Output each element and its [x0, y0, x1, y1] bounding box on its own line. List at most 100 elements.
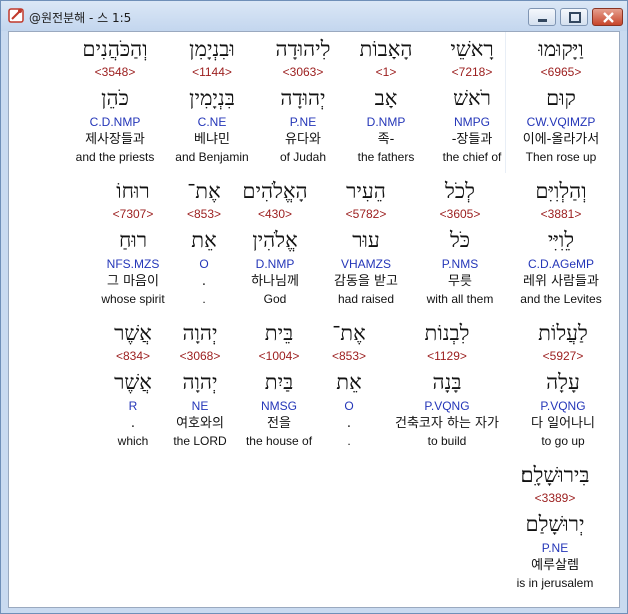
korean-gloss: 예루살렘 — [531, 558, 579, 573]
word-cell[interactable]: וַיָּקוּמוּ <6965> קוּם CW.VQIMZP 이에-올라가… — [511, 34, 611, 166]
english-gloss: whose spirit — [101, 292, 165, 306]
morphology-code[interactable]: C.NE — [162, 114, 262, 130]
word-cell[interactable]: לִיהוּדָה <3063> יְהוּדָה P.NE 유다와 of Ju… — [253, 34, 353, 166]
morphology-code[interactable]: C.D.AGeMP — [511, 256, 611, 272]
hebrew-word: רָאשֵׁי — [450, 37, 494, 61]
korean-gloss: 유다와 — [285, 132, 321, 147]
lemma-word: יְהוּדָה — [280, 86, 326, 110]
hebrew-word: הֵעִיר — [346, 179, 386, 203]
morphology-code[interactable]: CW.VQIMZP — [511, 114, 611, 130]
interlinear-panel[interactable]: וַיָּקוּמוּ <6965> קוּם CW.VQIMZP 이에-올라가… — [8, 31, 620, 608]
maximize-button[interactable] — [560, 8, 588, 26]
strong-number[interactable]: <3063> — [253, 64, 353, 80]
lemma-word: כֹּהֵן — [101, 86, 129, 110]
lemma-word: קוּם — [546, 86, 576, 110]
korean-gloss: 무릇 — [448, 274, 472, 289]
hebrew-word: רוּחוֹ — [116, 179, 150, 203]
minimize-icon — [538, 19, 547, 22]
hebrew-word: וְהַכֹּהֲנִים — [82, 37, 148, 61]
maximize-icon — [569, 12, 581, 23]
lemma-word: רוּחַ — [118, 228, 148, 252]
korean-gloss: 제사장들과 — [85, 132, 145, 147]
lemma-word: עָלָה — [546, 370, 580, 394]
app-window: @원전분해 - 스 1:5 וַיָּקוּמוּ <6965> קוּם CW… — [0, 0, 628, 614]
korean-gloss: 다 일어나니 — [531, 416, 595, 431]
morphology-code[interactable]: P.NE — [253, 114, 353, 130]
english-gloss: to build — [427, 434, 467, 448]
morphology-code[interactable]: P.NE — [505, 540, 605, 556]
hebrew-word: וַיָּקוּמוּ — [538, 37, 584, 61]
english-gloss: the chief of — [442, 150, 502, 164]
word-cell[interactable]: וְהַכֹּהֲנִים <3548> כֹּהֵן C.D.NMP 제사장들… — [65, 34, 165, 166]
lemma-word: בָּנָה — [432, 370, 462, 394]
morphology-code[interactable]: NMPG — [422, 114, 522, 130]
minimize-button[interactable] — [528, 8, 556, 26]
lemma-word: כֹּל — [449, 228, 471, 252]
strong-number[interactable]: <3881> — [511, 206, 611, 222]
english-gloss: and Benjamin — [175, 150, 249, 164]
morphology-code[interactable]: P.NMS — [410, 256, 510, 272]
hebrew-word: לַעֲלוֹת — [538, 321, 588, 345]
hebrew-word: לִיהוּדָה — [275, 37, 331, 61]
lemma-word: יְרוּשָׁלַם — [525, 512, 585, 536]
strong-number[interactable]: <5927> — [513, 348, 613, 364]
strong-number[interactable]: <1129> — [382, 348, 512, 364]
english-gloss: and the priests — [75, 150, 155, 164]
word-cell[interactable]: וְהַלְוִיִּם <3881> לֵוִיִּי C.D.AGeMP 레… — [511, 176, 611, 308]
korean-gloss: 레위 사람들과 — [523, 274, 599, 289]
korean-gloss: 이에-올라가서 — [522, 132, 600, 147]
close-button[interactable] — [592, 8, 623, 26]
strong-number[interactable]: <3389> — [505, 490, 605, 506]
strong-number[interactable]: <3605> — [410, 206, 510, 222]
hebrew-word: לְכֹל — [445, 179, 475, 203]
bible-app-icon — [8, 7, 25, 24]
lemma-word: רֹאשׁ — [453, 86, 491, 110]
korean-gloss: . — [130, 416, 136, 431]
word-cell[interactable]: רוּחוֹ <7307> רוּחַ NFS.MZS 그 마음이 whose … — [83, 176, 183, 308]
hebrew-word: וּבִנְיָמִן — [189, 37, 235, 61]
korean-gloss: 감동을 받고 — [334, 274, 398, 289]
morphology-code[interactable]: P.VQNG — [382, 398, 512, 414]
english-gloss: which — [117, 434, 149, 448]
korean-gloss: -장들과 — [451, 132, 493, 147]
korean-gloss: 그 마음이 — [107, 274, 159, 289]
english-gloss: of Judah — [279, 150, 327, 164]
english-gloss: had raised — [337, 292, 395, 306]
hebrew-word: בִּירוּשָׁלִָם׃ — [520, 463, 590, 487]
morphology-code[interactable]: VHAMZS — [316, 256, 416, 272]
word-cell[interactable]: לְכֹל <3605> כֹּל P.NMS 무릇 with all them — [410, 176, 510, 308]
strong-number[interactable]: <7218> — [422, 64, 522, 80]
morphology-code[interactable]: C.D.NMP — [65, 114, 165, 130]
word-cell[interactable]: אֲשֶׁר <834> אֲשֶׁר R . which — [83, 318, 183, 450]
english-gloss: Then rose up — [525, 150, 597, 164]
lemma-word: אֲשֶׁר — [114, 370, 152, 394]
word-cell[interactable]: לִבְנוֹת <1129> בָּנָה P.VQNG 건축코자 하는 자가… — [382, 318, 512, 450]
strong-number[interactable]: <1144> — [162, 64, 262, 80]
english-gloss: to go up — [541, 434, 585, 448]
hebrew-word: אֲשֶׁר — [114, 321, 152, 345]
title-bar[interactable]: @원전분해 - 스 1:5 — [1, 1, 627, 31]
word-cell[interactable]: הֵעִיר <5782> עוּר VHAMZS 감동을 받고 had rai… — [316, 176, 416, 308]
close-icon — [603, 12, 614, 23]
morphology-code[interactable]: NFS.MZS — [83, 256, 183, 272]
morphology-code[interactable]: P.VQNG — [513, 398, 613, 414]
morphology-code[interactable]: R — [83, 398, 183, 414]
strong-number[interactable]: <3548> — [65, 64, 165, 80]
strong-number[interactable]: <7307> — [83, 206, 183, 222]
word-cell[interactable]: לַעֲלוֹת <5927> עָלָה P.VQNG 다 일어나니 to g… — [513, 318, 613, 450]
strong-number[interactable]: <5782> — [316, 206, 416, 222]
word-cell[interactable]: רָאשֵׁי <7218> רֹאשׁ NMPG -장들과 the chief… — [422, 34, 522, 166]
word-cell[interactable]: וּבִנְיָמִן <1144> בִּנְיָמִין C.NE 베냐민 … — [162, 34, 262, 166]
lemma-word: לֵוִיִּי — [547, 228, 575, 252]
korean-gloss: 베냐민 — [194, 132, 230, 147]
lemma-word: עוּר — [352, 228, 380, 252]
strong-number[interactable]: <834> — [83, 348, 183, 364]
word-cell[interactable]: בִּירוּשָׁלִָם׃ <3389> יְרוּשָׁלַם P.NE … — [505, 460, 605, 592]
english-gloss: and the Levites — [520, 292, 602, 306]
hebrew-word: וְהַלְוִיִּם — [535, 179, 587, 203]
korean-gloss: 건축코자 하는 자가 — [395, 416, 499, 431]
lemma-word: בִּנְיָמִין — [189, 86, 235, 110]
window-title: @원전분해 - 스 1:5 — [29, 11, 132, 25]
english-gloss: is in jerusalem — [516, 576, 594, 590]
strong-number[interactable]: <6965> — [511, 64, 611, 80]
